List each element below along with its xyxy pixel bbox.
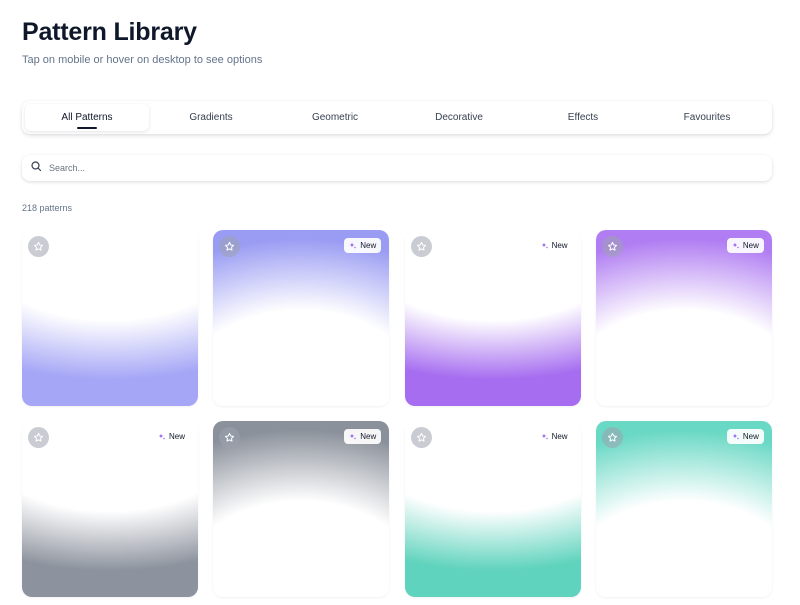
badge-label: New — [742, 432, 759, 441]
page-subtitle: Tap on mobile or hover on desktop to see… — [22, 54, 263, 66]
badge-label: New — [551, 432, 568, 441]
star-icon — [607, 432, 618, 443]
favourite-button[interactable] — [28, 236, 49, 257]
pattern-card[interactable]: New — [213, 421, 390, 597]
favourite-button[interactable] — [410, 427, 432, 448]
search-input[interactable] — [49, 163, 729, 173]
badge-label: New — [360, 432, 377, 441]
sparkle-icon — [732, 433, 740, 441]
sparkle-icon — [158, 433, 166, 441]
sparkle-icon — [541, 242, 549, 250]
favourite-button[interactable] — [601, 236, 623, 257]
sparkle-icon — [732, 242, 740, 250]
tab-decorative[interactable]: Decorative — [397, 104, 521, 131]
tab-all-patterns[interactable]: All Patterns — [25, 104, 149, 131]
star-icon — [607, 241, 618, 252]
tab-effects[interactable]: Effects — [521, 104, 645, 131]
badge-label: New — [360, 241, 377, 250]
tab-geometric[interactable]: Geometric — [273, 104, 397, 131]
pattern-card[interactable]: New — [595, 421, 772, 597]
favourite-button[interactable] — [219, 236, 241, 257]
new-badge: New — [535, 429, 573, 444]
tab-gradients[interactable]: Gradients — [149, 104, 273, 131]
badge-label: New — [168, 432, 185, 441]
pattern-card[interactable]: New — [404, 421, 581, 597]
pattern-card[interactable]: New — [595, 230, 772, 406]
pattern-card[interactable] — [22, 230, 198, 406]
favourite-button[interactable] — [410, 236, 432, 257]
favourite-button[interactable] — [28, 427, 49, 448]
sparkle-icon — [349, 242, 357, 250]
pattern-grid: New New New New New New New — [22, 230, 772, 597]
new-badge: New — [726, 238, 764, 253]
new-badge: New — [152, 429, 190, 444]
sparkle-icon — [541, 433, 549, 441]
star-icon — [416, 432, 427, 443]
category-tabs: All Patterns Gradients Geometric Decorat… — [22, 101, 772, 134]
star-icon — [224, 432, 235, 443]
search-bar — [22, 155, 772, 181]
pattern-card[interactable]: New — [404, 230, 581, 406]
pattern-card[interactable]: New — [213, 230, 390, 406]
new-badge: New — [535, 238, 573, 253]
favourite-button[interactable] — [601, 427, 623, 448]
tab-favourites[interactable]: Favourites — [645, 104, 769, 131]
star-icon — [224, 241, 235, 252]
pattern-count: 218 patterns — [22, 203, 73, 213]
badge-label: New — [551, 241, 568, 250]
new-badge: New — [344, 238, 382, 253]
badge-label: New — [742, 241, 759, 250]
new-badge: New — [726, 429, 764, 444]
sparkle-icon — [349, 433, 357, 441]
star-icon — [416, 241, 427, 252]
star-icon — [33, 432, 44, 443]
search-icon — [30, 159, 42, 177]
favourite-button[interactable] — [219, 427, 241, 448]
page-title: Pattern Library — [22, 18, 197, 46]
new-badge: New — [344, 429, 382, 444]
star-icon — [33, 241, 44, 252]
pattern-card[interactable]: New — [22, 421, 198, 597]
